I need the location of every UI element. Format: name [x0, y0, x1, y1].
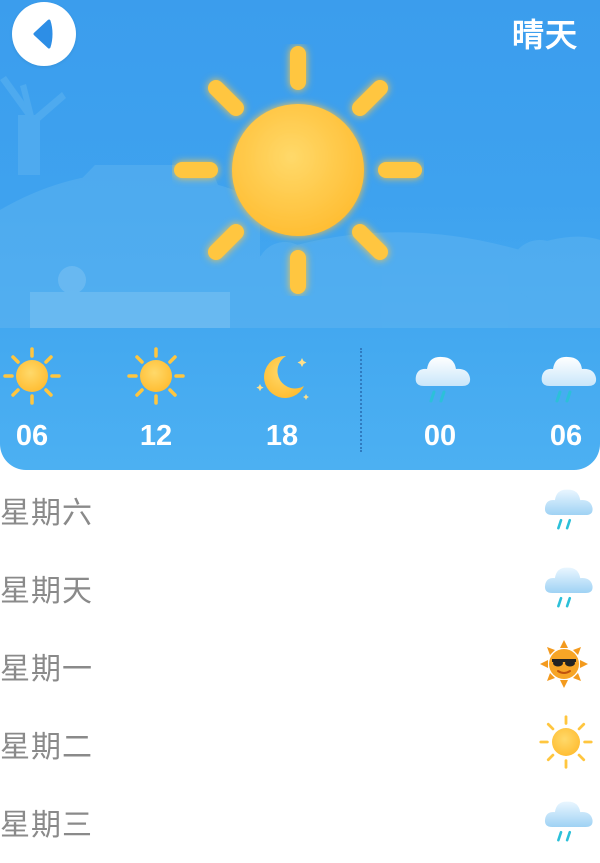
day-label: 星期一 [0, 652, 93, 687]
daily-row[interactable]: 星期一 [0, 628, 600, 706]
sun-icon [174, 46, 422, 294]
day-label: 星期天 [0, 574, 93, 609]
daily-row[interactable]: 星期六 [0, 472, 600, 550]
sun-icon [127, 347, 185, 405]
rain-cloud-icon [544, 801, 593, 842]
back-button[interactable] [12, 2, 76, 66]
sun-icon [3, 347, 61, 405]
day-divider [360, 348, 362, 452]
sun-icon [539, 715, 593, 769]
day-label: 星期三 [0, 808, 93, 843]
sun-with-sunglasses-icon [540, 640, 588, 688]
rain-cloud-icon [544, 567, 593, 608]
hourly-time: 06 [15, 420, 49, 452]
rain-cloud-icon [415, 356, 471, 403]
hourly-item: 18 [242, 328, 322, 470]
day-label: 星期二 [0, 730, 93, 765]
daily-row[interactable]: 星期三 [0, 784, 600, 862]
hourly-forecast[interactable]: 06 12 18 00 06 [0, 328, 600, 470]
hourly-time: 12 [139, 420, 173, 452]
day-label: 星期六 [0, 496, 93, 531]
rain-cloud-icon [541, 356, 597, 403]
weather-hero: 晴天 [0, 0, 600, 330]
page-title: 晴天 [511, 16, 578, 54]
chevron-left-icon [33, 19, 53, 49]
moon-icon [256, 355, 309, 400]
hourly-time: 06 [549, 420, 583, 452]
hourly-item: 06 [0, 328, 72, 470]
daily-row[interactable]: 星期天 [0, 550, 600, 628]
daily-row[interactable]: 星期二 [0, 706, 600, 784]
hourly-time: 00 [423, 420, 457, 452]
hourly-time: 18 [265, 420, 299, 452]
hourly-item: 00 [400, 328, 480, 470]
rain-cloud-icon [544, 489, 593, 530]
hourly-item: 12 [116, 328, 196, 470]
hourly-item: 06 [526, 328, 600, 470]
